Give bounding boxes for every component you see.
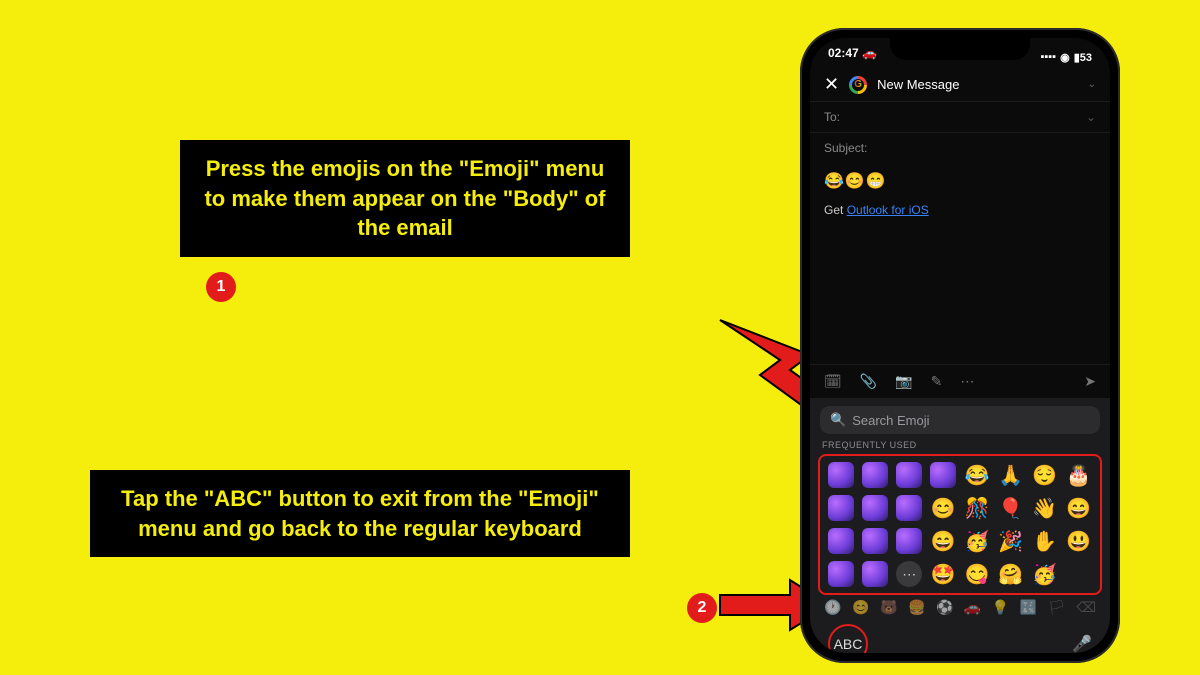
memoji-item[interactable]	[828, 462, 854, 488]
camera-icon[interactable]: 📷	[895, 373, 912, 390]
emoji-item[interactable]: 🎊	[964, 496, 989, 521]
compose-title: New Message	[877, 77, 959, 92]
memoji-item[interactable]	[862, 528, 888, 554]
memoji-item[interactable]	[828, 495, 854, 521]
memoji-item[interactable]	[896, 528, 922, 554]
search-emoji-placeholder: Search Emoji	[852, 413, 929, 428]
memoji-item[interactable]	[862, 561, 888, 587]
send-button[interactable]: ➤	[1084, 373, 1096, 390]
category-travel-icon[interactable]: 🚗	[964, 599, 981, 616]
subject-label: Subject:	[824, 141, 867, 155]
chevron-down-icon[interactable]: ⌄	[1086, 110, 1096, 124]
category-food-icon[interactable]: 🍔	[908, 599, 925, 616]
to-label: To:	[824, 110, 840, 124]
memoji-item[interactable]	[862, 462, 888, 488]
keyboard-bottom-row: ABC 🎤	[810, 618, 1110, 653]
emoji-item[interactable]: 🤗	[998, 562, 1023, 587]
emoji-grid-highlight: 😂 🙏 😌 🎂 😊 🎊 🎈 👋 😄 😄 🥳	[818, 454, 1102, 595]
frequently-used-label: FREQUENTLY USED	[810, 440, 1110, 450]
mic-icon[interactable]: 🎤	[1072, 634, 1092, 653]
emoji-item[interactable]: 🙏	[998, 463, 1023, 488]
category-objects-icon[interactable]: 💡	[992, 599, 1009, 616]
more-icon[interactable]: ⋯	[960, 373, 974, 390]
emoji-item[interactable]: 🥳	[1032, 562, 1057, 587]
emoji-item[interactable]: 🎈	[998, 496, 1023, 521]
callout-step-1: Press the emojis on the "Emoji" menu to …	[180, 140, 630, 257]
memoji-item[interactable]	[828, 561, 854, 587]
callout-step-2: Tap the "ABC" button to exit from the "E…	[90, 470, 630, 557]
emoji-item[interactable]: 🤩	[931, 562, 956, 587]
backspace-icon[interactable]: ⌫	[1076, 599, 1096, 616]
memoji-item[interactable]	[896, 462, 922, 488]
emoji-item[interactable]: 🎉	[998, 529, 1023, 554]
emoji-item[interactable]: ✋	[1032, 529, 1057, 554]
email-body[interactable]: 😂😊😁 Get Outlook for iOS	[810, 163, 1110, 225]
to-field[interactable]: To: ⌄	[810, 101, 1110, 132]
search-emoji-field[interactable]: 🔍 Search Emoji	[820, 406, 1100, 434]
battery-icon: ▮53	[1074, 51, 1092, 64]
signal-icon: ▪▪▪▪	[1040, 51, 1056, 63]
abc-button[interactable]: ABC	[828, 624, 868, 653]
calendar-icon[interactable]: 🗓	[824, 373, 842, 390]
outlook-link[interactable]: Outlook for iOS	[847, 203, 929, 217]
compose-header: ✕ G New Message ⌄	[810, 68, 1110, 101]
step-badge-2: 2	[687, 593, 717, 623]
status-time: 02:47 🚗	[828, 46, 877, 68]
emoji-item[interactable]: 😄	[931, 529, 956, 554]
phone-screen: 02:47 🚗 ▪▪▪▪ ◉ ▮53 ✕ G New Message ⌄ To:…	[810, 38, 1110, 653]
category-smileys-icon[interactable]: 😊	[852, 599, 869, 616]
carplay-icon: 🚗	[862, 46, 877, 60]
phone-frame: 02:47 🚗 ▪▪▪▪ ◉ ▮53 ✕ G New Message ⌄ To:…	[800, 28, 1120, 663]
emoji-item[interactable]: 🥳	[964, 529, 989, 554]
compose-toolbar: 🗓 📎 📷 ✎ ⋯ ➤	[810, 364, 1110, 398]
memoji-item[interactable]	[930, 462, 956, 488]
memoji-more-button[interactable]: ⋯	[896, 561, 922, 587]
account-avatar[interactable]: G	[849, 76, 867, 94]
category-recent-icon[interactable]: 🕐	[824, 599, 841, 616]
signature: Get Outlook for iOS	[824, 203, 1096, 217]
memoji-item[interactable]	[896, 495, 922, 521]
memoji-item[interactable]	[828, 528, 854, 554]
emoji-item[interactable]: 😊	[931, 496, 956, 521]
emoji-item[interactable]: 👋	[1032, 496, 1057, 521]
emoji-item[interactable]: 😂	[964, 463, 989, 488]
category-flags-icon[interactable]: 🏳	[1048, 599, 1066, 616]
wifi-icon: ◉	[1060, 51, 1070, 64]
subject-field[interactable]: Subject:	[810, 132, 1110, 163]
emoji-item[interactable]: 😌	[1032, 463, 1057, 488]
emoji-item[interactable]: 😃	[1066, 529, 1091, 554]
emoji-category-row: 🕐 😊 🐻 🍔 ⚽ 🚗 💡 🔣 🏳 ⌫	[810, 597, 1110, 618]
step-badge-1: 1	[206, 272, 236, 302]
body-emoji-text: 😂😊😁	[824, 171, 1096, 191]
emoji-item[interactable]: 🎂	[1066, 463, 1091, 488]
draw-icon[interactable]: ✎	[931, 373, 943, 390]
emoji-keyboard: 🔍 Search Emoji FREQUENTLY USED 😂 🙏 😌 🎂	[810, 398, 1110, 653]
emoji-grid: 😂 🙏 😌 🎂 😊 🎊 🎈 👋 😄 😄 🥳	[826, 460, 1094, 589]
close-button[interactable]: ✕	[824, 74, 839, 95]
category-animals-icon[interactable]: 🐻	[880, 599, 897, 616]
emoji-item[interactable]: 😋	[964, 562, 989, 587]
attach-icon[interactable]: 📎	[860, 373, 877, 390]
notch	[890, 38, 1030, 60]
memoji-item[interactable]	[862, 495, 888, 521]
category-symbols-icon[interactable]: 🔣	[1020, 599, 1037, 616]
emoji-item[interactable]: 😄	[1066, 496, 1091, 521]
search-icon: 🔍	[830, 412, 846, 428]
category-activity-icon[interactable]: ⚽	[936, 599, 953, 616]
chevron-down-icon[interactable]: ⌄	[1088, 79, 1096, 90]
